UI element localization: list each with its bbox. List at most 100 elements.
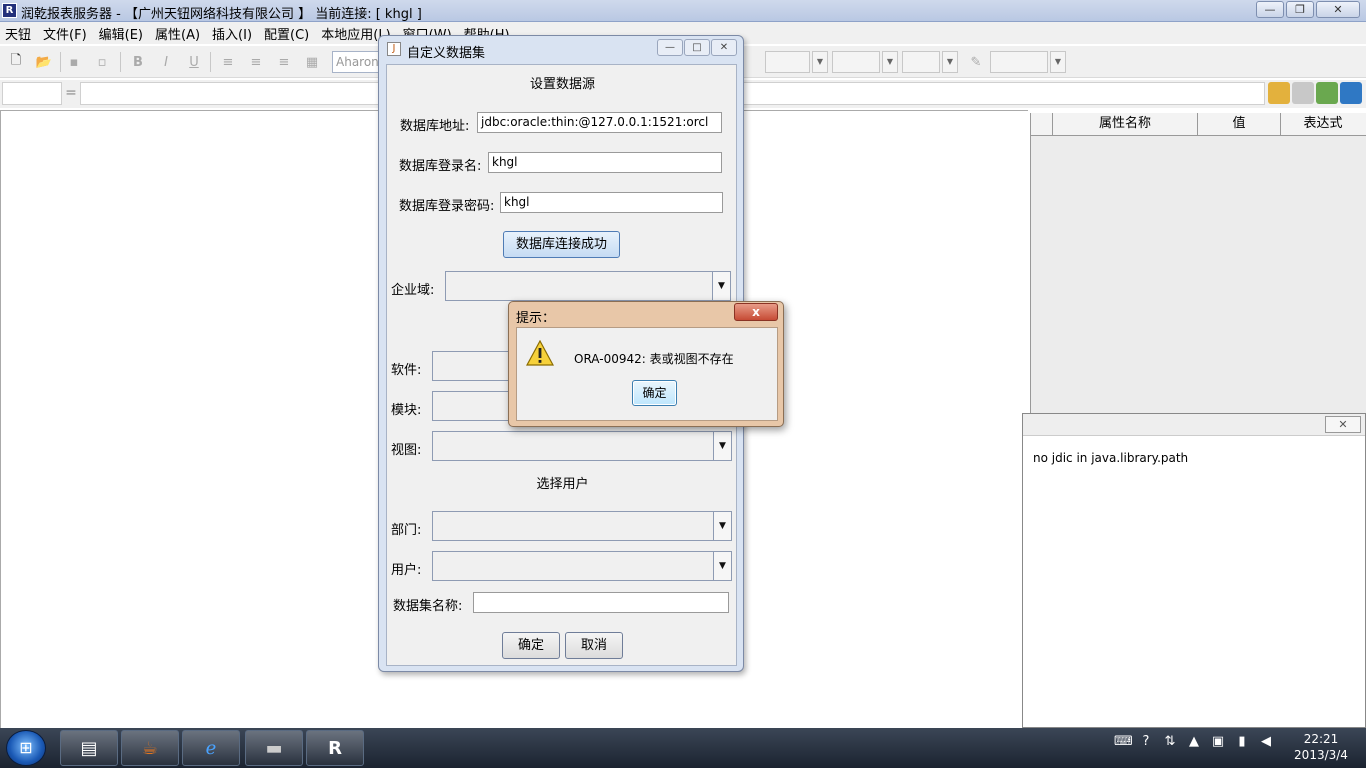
- refresh-icon[interactable]: [1316, 82, 1338, 104]
- main-titlebar: R 润乾报表服务器 - 【广州天钮网络科技有限公司 】 当前连接: [ khgl…: [0, 0, 1366, 22]
- user-select[interactable]: ▼: [432, 551, 732, 581]
- system-tray: ⌨ ? ⇅ ▲ ▣ ▮ ◀: [1114, 734, 1274, 749]
- dialog-close-button[interactable]: ✕: [711, 39, 737, 56]
- menu-file[interactable]: 文件(F): [43, 24, 87, 43]
- app-icon: R: [2, 3, 17, 18]
- border-select[interactable]: [902, 51, 940, 73]
- taskbar-java[interactable]: ☕: [121, 730, 179, 766]
- dialog-controls: — □ ✕: [657, 39, 737, 56]
- software-label: 软件:: [391, 363, 422, 378]
- db-password-input[interactable]: khgl: [500, 192, 723, 213]
- taskbar-report-app[interactable]: R: [306, 730, 364, 766]
- alert-ok-button[interactable]: 确定: [632, 380, 677, 406]
- print-preview-icon[interactable]: ▫: [90, 50, 114, 74]
- chevron-down-icon[interactable]: ▼: [713, 552, 731, 580]
- dialog-maximize-button[interactable]: □: [684, 39, 710, 56]
- dialog-title: 自定义数据集: [407, 46, 486, 61]
- db-user-input[interactable]: khgl: [488, 152, 722, 173]
- menu-config[interactable]: 配置(C): [264, 24, 309, 43]
- signal-icon[interactable]: ▮: [1234, 734, 1250, 749]
- align-right-icon[interactable]: ≡: [272, 50, 296, 74]
- paint-brush-icon[interactable]: ✎: [964, 50, 988, 74]
- department-label: 部门:: [391, 523, 422, 538]
- enterprise-select[interactable]: ▼: [445, 271, 731, 301]
- taskbar-cmd[interactable]: ▬: [245, 730, 303, 766]
- taskbar: ⊞ ▤ ☕ ℯ ▬ R ⌨ ? ⇅ ▲ ▣ ▮ ◀ 22:21 2013/3/4: [0, 728, 1366, 768]
- equals-icon: =: [65, 85, 77, 101]
- console-close-button[interactable]: ✕: [1325, 416, 1361, 433]
- dataset-name-label: 数据集名称:: [393, 599, 463, 614]
- menu-insert[interactable]: 插入(I): [212, 24, 252, 43]
- network-device-icon[interactable]: ▣: [1210, 734, 1226, 749]
- start-button[interactable]: ⊞: [6, 730, 46, 766]
- maximize-button[interactable]: ❐: [1286, 1, 1314, 18]
- bold-button[interactable]: B: [126, 50, 150, 74]
- window-title: 润乾报表服务器 - 【广州天钮网络科技有限公司 】 当前连接: [ khgl ]: [21, 7, 422, 22]
- open-folder-icon[interactable]: 📂: [32, 50, 56, 74]
- settings-icon[interactable]: [1292, 82, 1314, 104]
- language-icon[interactable]: ⇅: [1162, 734, 1178, 749]
- chevron-down-icon[interactable]: ▼: [713, 512, 731, 540]
- toolbar-separator: [60, 52, 61, 72]
- alert-body: ORA-00942: 表或视图不存在 确定: [516, 327, 778, 421]
- alert-message: ORA-00942: 表或视图不存在: [574, 352, 734, 366]
- window-controls: — ❐ ✕: [1256, 1, 1360, 18]
- merge-cells-icon[interactable]: ▦: [300, 50, 324, 74]
- column-expression[interactable]: 表达式: [1281, 113, 1365, 135]
- db-user-label: 数据库登录名:: [399, 159, 482, 174]
- department-select[interactable]: ▼: [432, 511, 732, 541]
- dialog-minimize-button[interactable]: —: [657, 39, 683, 56]
- taskbar-explorer[interactable]: ▤: [60, 730, 118, 766]
- alert-close-button[interactable]: x: [734, 303, 778, 321]
- module-label: 模块:: [391, 403, 422, 418]
- header-spacer: [1031, 113, 1053, 135]
- align-center-icon[interactable]: ≡: [244, 50, 268, 74]
- column-property-name[interactable]: 属性名称: [1053, 113, 1198, 135]
- chevron-down-icon[interactable]: ▼: [713, 432, 731, 460]
- wizard-icon[interactable]: [1268, 82, 1290, 104]
- alert-title: 提示：: [516, 311, 556, 326]
- menu-property[interactable]: 属性(A): [155, 24, 200, 43]
- underline-button[interactable]: U: [182, 50, 206, 74]
- chevron-down-icon[interactable]: ▼: [882, 51, 898, 73]
- new-file-icon[interactable]: 🗋: [4, 50, 28, 74]
- font-size-select[interactable]: [765, 51, 810, 73]
- chevron-down-icon[interactable]: ▼: [942, 51, 958, 73]
- clock-date: 2013/3/4: [1294, 748, 1348, 762]
- dialog-ok-button[interactable]: 确定: [502, 632, 560, 659]
- dialog-cancel-button[interactable]: 取消: [565, 632, 623, 659]
- taskbar-ie[interactable]: ℯ: [182, 730, 240, 766]
- show-hidden-icons[interactable]: ▲: [1186, 734, 1202, 749]
- minimize-button[interactable]: —: [1256, 1, 1284, 18]
- db-url-input[interactable]: jdbc:oracle:thin:@127.0.0.1:1521:orcl: [477, 112, 722, 133]
- column-value[interactable]: 值: [1198, 113, 1281, 135]
- db-url-label: 数据库地址:: [400, 119, 470, 134]
- italic-button[interactable]: I: [154, 50, 178, 74]
- keyboard-icon[interactable]: ⌨: [1114, 734, 1133, 749]
- property-table-header: 属性名称 值 表达式: [1031, 113, 1366, 136]
- chevron-down-icon[interactable]: ▼: [1050, 51, 1066, 73]
- help-icon[interactable]: ?: [1138, 734, 1154, 749]
- user-section-title: 选择用户: [536, 477, 589, 492]
- color-select[interactable]: [990, 51, 1048, 73]
- menu-edit[interactable]: 编辑(E): [99, 24, 143, 43]
- dataset-name-input[interactable]: [473, 592, 729, 613]
- style-select[interactable]: [832, 51, 880, 73]
- toolbar-separator: [210, 52, 211, 72]
- chevron-down-icon[interactable]: ▼: [712, 272, 730, 300]
- save-icon[interactable]: ▪: [62, 50, 86, 74]
- chevron-down-icon[interactable]: ▼: [812, 51, 828, 73]
- cell-reference-input[interactable]: [2, 82, 62, 105]
- volume-icon[interactable]: ◀: [1258, 734, 1274, 749]
- enterprise-label: 企业域:: [391, 283, 435, 298]
- web-icon[interactable]: [1340, 82, 1362, 104]
- property-panel: 属性名称 值 表达式: [1030, 113, 1366, 413]
- close-button[interactable]: ✕: [1316, 1, 1360, 18]
- clock[interactable]: 22:21 2013/3/4: [1286, 731, 1356, 763]
- view-label: 视图:: [391, 443, 422, 458]
- db-connect-button[interactable]: 数据库连接成功: [503, 231, 620, 258]
- view-select[interactable]: ▼: [432, 431, 732, 461]
- menu-tianniu[interactable]: 天钮: [5, 24, 31, 43]
- console-titlebar: ✕: [1023, 414, 1365, 436]
- align-left-icon[interactable]: ≡: [216, 50, 240, 74]
